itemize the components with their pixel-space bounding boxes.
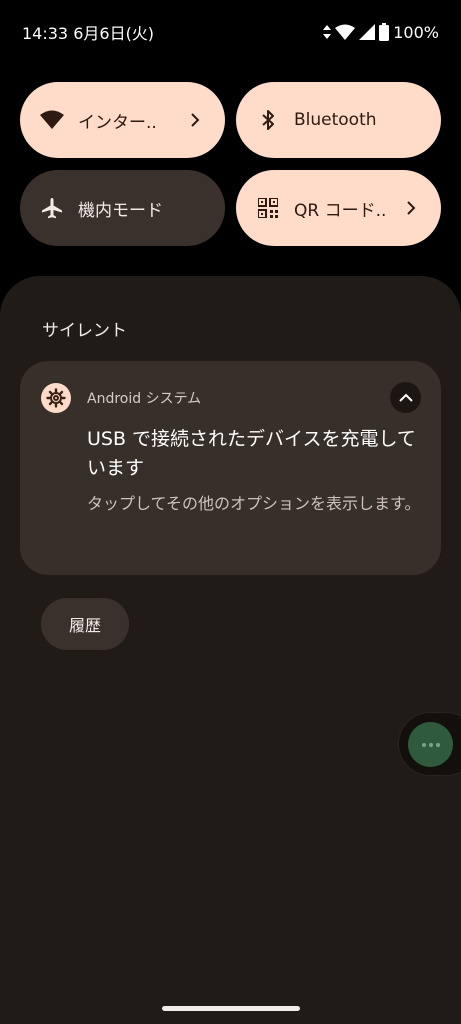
more-dot-icon [421,742,426,747]
wifi-icon [40,108,64,132]
status-time: 14:33 [22,24,69,43]
history-button[interactable]: 履歴 [41,598,129,650]
chevron-right-icon [185,110,205,130]
bluetooth-icon [256,108,280,132]
tile-qr-code[interactable]: QR コード.. [236,170,441,246]
notification-card[interactable]: Android システム USB で接続されたデバイスを充電しています タップし… [20,361,441,575]
navigation-handle[interactable] [162,1006,300,1011]
wifi-status-icon [335,24,356,40]
chevron-right-icon [401,198,421,218]
floating-bubble[interactable] [408,722,453,767]
notification-body: タップしてその他のオプションを表示します。 [87,494,421,513]
collapse-button[interactable] [390,382,421,413]
status-left: 14:33 6月6日(火) [22,20,154,44]
data-activity-icon [323,25,332,39]
battery-icon [379,23,390,41]
tile-bluetooth[interactable]: Bluetooth [236,82,441,158]
gear-icon [41,383,71,413]
battery-percent: 100% [393,22,439,42]
status-right: 100% [323,23,439,42]
notification-app-name: Android システム [87,391,202,407]
qr-code-icon [256,196,280,220]
tile-airplane-mode[interactable]: 機内モード [20,170,225,246]
tile-internet[interactable]: インター.. [20,82,225,158]
notification-title: USB で接続されたデバイスを充電しています [87,428,416,479]
tile-label: Bluetooth [294,110,377,130]
airplane-icon [40,196,64,220]
section-title-silent: サイレント [42,321,127,341]
notification-shade: サイレント Android システム USB で接続されたデバイスを充電していま… [0,276,461,1024]
tile-label: インター.. [78,112,157,133]
tile-label: 機内モード [78,200,163,221]
status-date: 6月6日(火) [73,24,155,43]
status-bar: 14:33 6月6日(火) 100% [0,0,461,64]
signal-icon [359,24,376,40]
more-dot-icon [435,742,440,747]
screen: 14:33 6月6日(火) 100% インター.. Bluetooth 機内モー… [0,0,461,1024]
tile-label: QR コード.. [294,200,387,221]
more-dot-icon [428,742,433,747]
chevron-up-icon [398,388,414,407]
